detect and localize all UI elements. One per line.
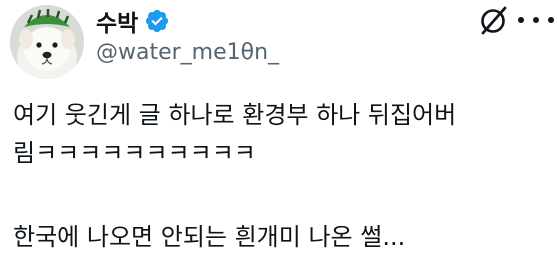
verified-badge-icon[interactable]	[144, 8, 170, 34]
tweet-line: 여기 웃긴게 글 하나로 환경부 하나 뒤집어버	[13, 101, 457, 129]
author-name-row: 수박	[96, 4, 170, 38]
grok-button[interactable]	[476, 3, 510, 37]
tweet-line: 림ㅋㅋㅋㅋㅋㅋㅋㅋㅋㅋ	[13, 139, 256, 167]
tweet-card: 수박 @water_me1θn_ 여기 웃긴게 글 하나로 환경부 하나 뒤집어…	[0, 0, 558, 267]
author-display-name[interactable]: 수박	[96, 4, 138, 38]
author-handle[interactable]: @water_me1θn_	[96, 40, 279, 65]
more-dots-icon	[548, 17, 554, 23]
more-dots-icon	[518, 17, 524, 23]
tweet-text: 여기 웃긴게 글 하나로 환경부 하나 뒤집어버 림ㅋㅋㅋㅋㅋㅋㅋㅋㅋㅋ 한국에…	[13, 96, 553, 256]
paragraph-break	[13, 172, 553, 218]
tweet-line: 한국에 나오면 안되는 흰개미 나온 썰...	[13, 223, 406, 251]
more-dots-icon	[533, 17, 539, 23]
grok-slash-circle-icon	[481, 6, 507, 35]
dog-with-watermelon-hat-icon	[10, 5, 84, 79]
avatar[interactable]	[10, 5, 84, 79]
more-options-button[interactable]	[518, 10, 554, 30]
